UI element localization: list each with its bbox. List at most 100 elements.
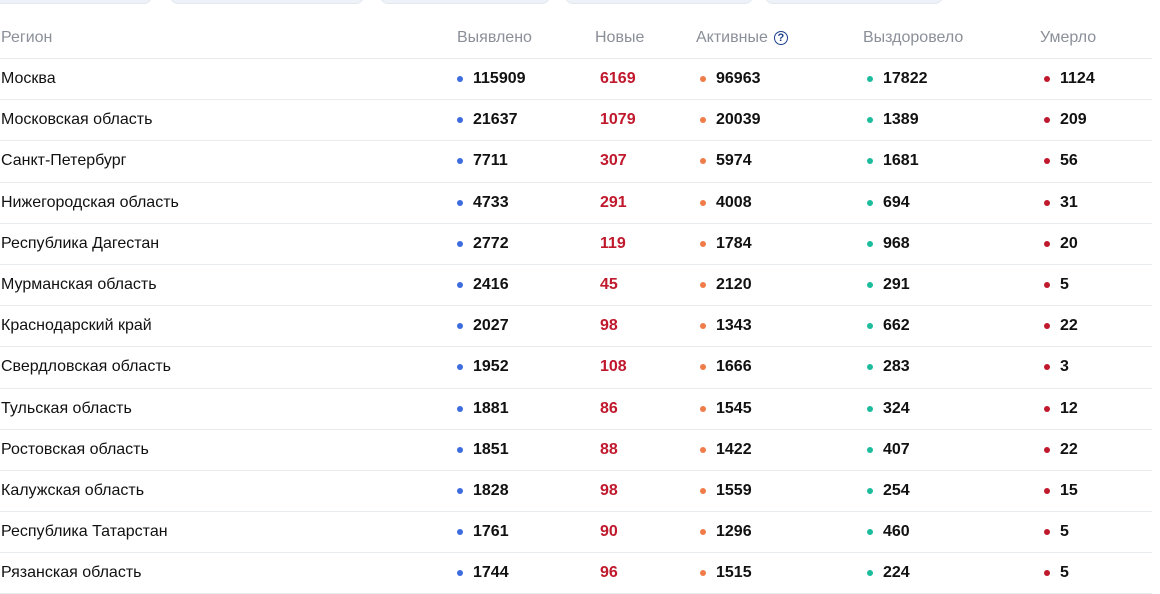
table-row[interactable]: Калужская область 1828 98 1559 254 15 [0,471,1152,513]
found-value: 1952 [473,358,509,376]
recovered-value: 324 [883,399,910,417]
new-value: 90 [600,523,618,541]
found-cell: 4733 [457,183,509,223]
deaths-cell: 56 [1044,141,1078,181]
new-cell: 45 [600,265,618,305]
region-name[interactable]: Мурманская область [1,265,157,305]
active-value: 1784 [716,234,752,252]
header-active[interactable]: Активные ? [696,18,788,58]
deaths-cell: 12 [1044,389,1078,429]
found-cell: 1881 [457,389,509,429]
found-dot-icon [457,76,463,83]
active-value: 5974 [716,152,752,170]
header-found[interactable]: Выявлено [457,18,532,58]
deaths-dot-icon [1044,364,1050,371]
active-value: 1296 [716,523,752,541]
new-cell: 119 [600,224,626,264]
recovered-dot-icon [867,158,873,165]
found-value: 1851 [473,440,509,458]
table-row[interactable]: Ростовская область 1851 88 1422 407 22 [0,430,1152,471]
active-cell: 1343 [700,306,752,346]
active-cell: 1296 [700,512,752,552]
region-name[interactable]: Рязанская область [1,553,141,593]
active-value: 1343 [716,317,752,335]
found-cell: 1851 [457,430,509,470]
found-dot-icon [457,364,463,371]
recovered-cell: 968 [867,224,910,264]
region-name[interactable]: Тульская область [1,389,132,429]
region-name[interactable]: Москва [1,59,56,99]
table-row[interactable]: Республика Дагестан 2772 119 1784 968 20 [0,224,1152,265]
header-region[interactable]: Регион [1,18,52,58]
table-row[interactable]: Краснодарский край 2027 98 1343 662 22 [0,306,1152,348]
help-icon[interactable]: ? [773,31,788,45]
filter-chips-strip [0,0,1160,4]
deaths-cell: 5 [1044,265,1069,305]
table-row[interactable]: Свердловская область 1952 108 1666 283 3 [0,347,1152,389]
found-cell: 7711 [457,141,508,181]
found-value: 1744 [473,564,509,582]
table-row[interactable]: Рязанская область 1744 96 1515 224 5 [0,553,1152,594]
region-name[interactable]: Свердловская область [1,347,171,387]
table-row[interactable]: Московская область 21637 1079 20039 1389 209 [0,100,1152,142]
found-value: 1881 [473,399,509,417]
header-recovered[interactable]: Выздоровело [863,18,963,58]
table-row[interactable]: Москва 115909 6169 96963 17822 1124 [0,59,1152,101]
deaths-cell: 31 [1044,183,1078,223]
region-name[interactable]: Республика Татарстан [1,512,168,552]
table-row[interactable]: Санкт-Петербург 7711 307 5974 1681 56 [0,141,1152,183]
new-value: 88 [600,440,618,458]
table-row[interactable]: Мурманская область 2416 45 2120 291 5 [0,265,1152,307]
region-name[interactable]: Калужская область [1,471,144,511]
header-new[interactable]: Новые [595,18,644,58]
recovered-value: 460 [883,523,910,541]
region-name[interactable]: Московская область [1,100,152,140]
filter-chip[interactable] [0,0,152,4]
new-cell: 1079 [600,100,636,140]
filter-chip[interactable] [765,0,943,4]
active-cell: 20039 [700,100,761,140]
active-cell: 1515 [700,553,752,593]
found-dot-icon [457,199,463,206]
recovered-dot-icon [867,405,873,412]
recovered-cell: 662 [867,306,910,346]
region-name[interactable]: Краснодарский край [1,306,152,346]
table-row[interactable]: Тульская область 1881 86 1545 324 12 [0,389,1152,430]
filter-chip[interactable] [565,0,753,4]
found-cell: 1744 [457,553,509,593]
region-name[interactable]: Республика Дагестан [1,224,159,264]
found-cell: 1828 [457,471,509,511]
found-dot-icon [457,323,463,330]
filter-chip[interactable] [170,0,364,4]
found-cell: 2772 [457,224,509,264]
deaths-dot-icon [1044,240,1050,247]
new-value: 291 [600,193,627,211]
found-cell: 115909 [457,59,526,99]
deaths-value: 15 [1060,481,1078,499]
table-row[interactable]: Республика Татарстан 1761 90 1296 460 5 [0,512,1152,554]
region-name[interactable]: Нижегородская область [1,183,179,223]
active-value: 2120 [716,276,752,294]
region-name[interactable]: Ростовская область [1,430,149,470]
recovered-dot-icon [867,487,873,494]
region-name[interactable]: Санкт-Петербург [1,141,126,181]
deaths-value: 5 [1060,523,1069,541]
active-cell: 1784 [700,224,752,264]
new-cell: 88 [600,430,618,470]
found-dot-icon [457,405,463,412]
found-value: 21637 [473,111,518,129]
header-deaths[interactable]: Умерло [1040,18,1096,58]
table-row[interactable]: Нижегородская область 4733 291 4008 694 31 [0,183,1152,224]
found-value: 7711 [473,152,508,170]
found-cell: 1761 [457,512,509,552]
found-value: 1828 [473,481,509,499]
found-value: 1761 [473,523,509,541]
new-value: 307 [600,152,627,170]
recovered-cell: 291 [867,265,910,305]
deaths-value: 209 [1060,111,1087,129]
new-cell: 86 [600,389,618,429]
found-dot-icon [457,117,463,124]
new-cell: 307 [600,141,627,181]
filter-chip[interactable] [380,0,550,4]
deaths-value: 5 [1060,564,1069,582]
